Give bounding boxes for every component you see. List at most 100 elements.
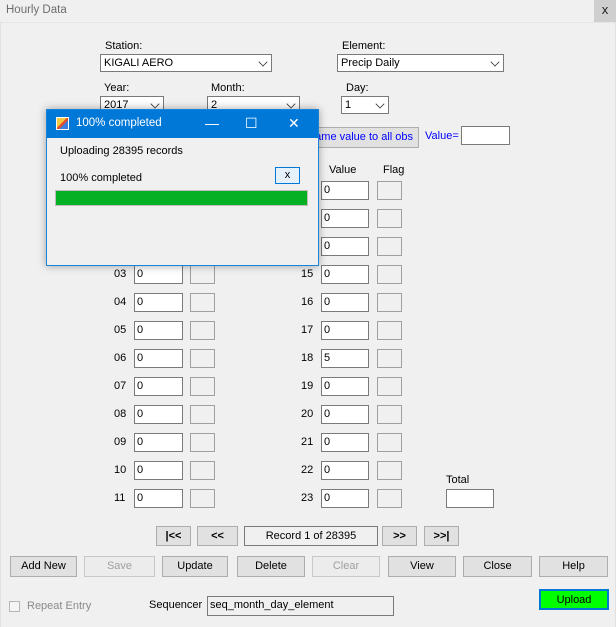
window-title: Hourly Data [6,4,67,16]
window-titlebar: Hourly Data x [0,0,616,23]
previous-record-button[interactable]: << [197,526,238,546]
value-input[interactable]: 0 [134,489,183,508]
last-record-button[interactable]: >>| [424,526,459,546]
add-new-button[interactable]: Add New [10,556,77,577]
update-button[interactable]: Update [162,556,228,577]
flag-input[interactable] [377,237,402,256]
flag-input[interactable] [377,321,402,340]
day-label: Day: [346,82,369,94]
flag-input[interactable] [190,461,215,480]
flag-input[interactable] [377,181,402,200]
flag-input[interactable] [190,433,215,452]
progress-status: 100% completed [60,172,142,184]
save-button[interactable]: Save [84,556,155,577]
maximize-icon[interactable]: ☐ [245,115,258,131]
hour-label: 10 [114,464,127,476]
value-input[interactable]: 0 [134,349,183,368]
upload-progress-dialog: 100% completed — ☐ ✕ Uploading 28395 rec… [46,109,319,266]
flag-input[interactable] [377,433,402,452]
value-input[interactable]: 0 [321,209,369,228]
flag-input[interactable] [377,461,402,480]
value-input[interactable]: 0 [134,377,183,396]
value-input[interactable]: 0 [134,405,183,424]
close-icon[interactable]: ✕ [288,115,300,131]
flag-input[interactable] [377,265,402,284]
value-input[interactable]: 0 [321,433,369,452]
value-input[interactable]: 0 [321,405,369,424]
sequencer-label: Sequencer [149,599,203,611]
repeat-entry-label: Repeat Entry [27,600,92,612]
flag-input[interactable] [377,209,402,228]
value-column-header: Value [329,164,357,176]
flag-input[interactable] [190,377,215,396]
hour-label: 07 [114,380,127,392]
flag-input[interactable] [190,265,215,284]
value-input[interactable]: 0 [321,461,369,480]
hour-label: 09 [114,436,127,448]
chevron-down-icon [258,57,268,67]
value-input[interactable]: 0 [134,293,183,312]
help-button[interactable]: Help [539,556,608,577]
year-label: Year: [104,82,130,94]
chevron-down-icon [286,99,296,109]
window-close-button[interactable]: x [594,0,616,22]
progress-bar [55,190,308,206]
value-equals-label: Value= [425,130,459,142]
total-input[interactable] [446,489,494,508]
flag-input[interactable] [190,349,215,368]
sequencer-field[interactable]: seq_month_day_element [207,596,394,616]
hour-label: 08 [114,408,127,420]
value-input[interactable]: 0 [134,321,183,340]
dialog-title: 100% completed [76,117,162,129]
flag-input[interactable] [190,405,215,424]
total-label: Total [446,474,470,486]
flag-input[interactable] [190,293,215,312]
day-select[interactable]: 1 [341,96,389,114]
value-input[interactable]: 0 [134,461,183,480]
element-select[interactable]: Precip Daily [337,54,504,72]
flag-input[interactable] [377,405,402,424]
flag-input[interactable] [190,321,215,340]
station-select[interactable]: KIGALI AERO [100,54,272,72]
flag-input[interactable] [377,377,402,396]
repeat-entry-checkbox[interactable] [9,601,20,612]
hour-label: 16 [301,296,314,308]
delete-button[interactable]: Delete [237,556,305,577]
chevron-down-icon [375,99,385,109]
close-button[interactable]: Close [463,556,532,577]
hour-label: 06 [114,352,127,364]
flag-input[interactable] [377,489,402,508]
value-input[interactable]: 0 [134,433,183,452]
value-input[interactable]: 5 [321,349,369,368]
value-input[interactable]: 0 [321,489,369,508]
minimize-icon[interactable]: — [205,115,219,131]
first-record-button[interactable]: |<< [156,526,191,546]
value-input[interactable]: 0 [321,237,369,256]
hour-label: 04 [114,296,127,308]
element-value: Precip Daily [341,57,400,69]
cancel-upload-button[interactable]: x [275,167,300,184]
upload-button[interactable]: Upload [539,589,609,610]
hour-label: 21 [301,436,314,448]
flag-input[interactable] [377,349,402,368]
flag-input[interactable] [377,293,402,312]
value-input[interactable]: 0 [321,377,369,396]
element-label: Element: [342,40,386,52]
hour-label: 22 [301,464,314,476]
value-input[interactable]: 0 [321,265,369,284]
value-input[interactable]: 0 [321,181,369,200]
value-input[interactable]: 0 [134,265,183,284]
value-input[interactable]: 0 [321,321,369,340]
hour-label: 17 [301,324,314,336]
value-equals-input[interactable] [461,126,510,145]
next-record-button[interactable]: >> [382,526,417,546]
hour-label: 15 [301,268,314,280]
hour-label: 19 [301,380,314,392]
flag-input[interactable] [190,489,215,508]
chevron-down-icon [490,57,500,67]
view-button[interactable]: View [388,556,456,577]
station-label: Station: [105,40,143,52]
value-input[interactable]: 0 [321,293,369,312]
hour-label: 18 [301,352,314,364]
clear-button[interactable]: Clear [312,556,380,577]
